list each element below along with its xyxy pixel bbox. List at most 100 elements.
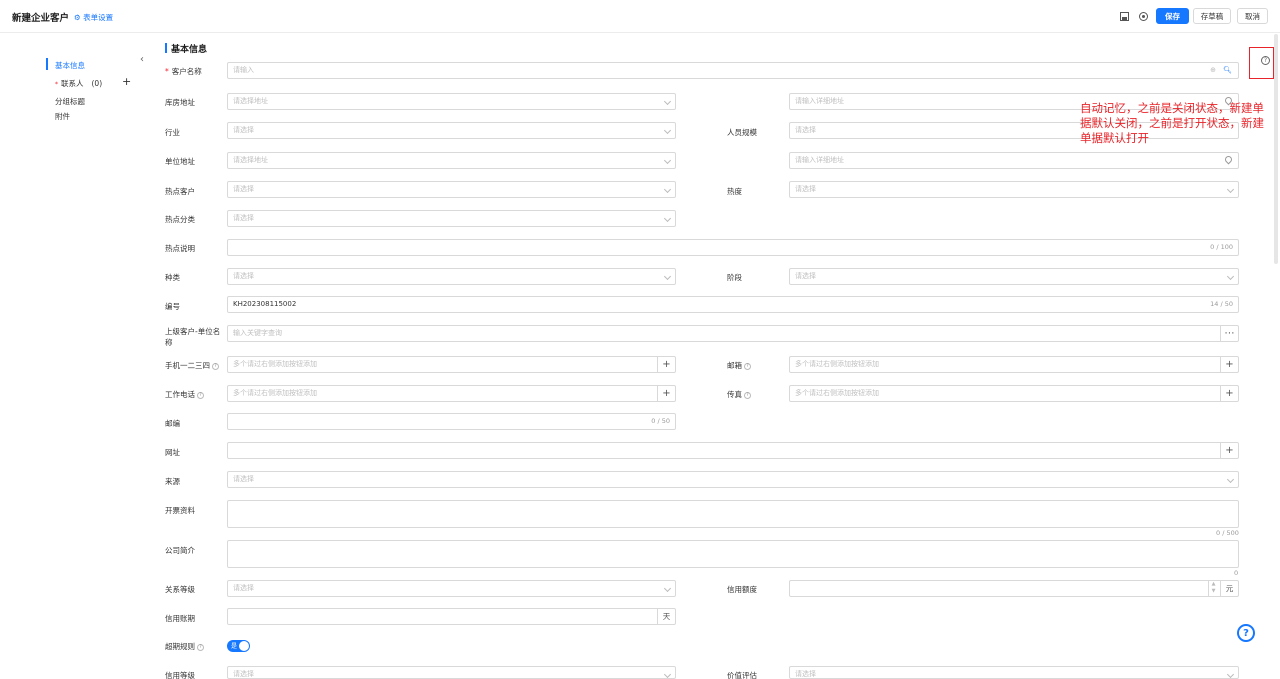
relation-level-label: 关系等级 <box>165 585 195 594</box>
search-icon[interactable]: 🔍︎ <box>1223 63 1232 78</box>
section-marker <box>165 43 167 53</box>
email-label: 邮箱? <box>727 360 751 371</box>
parent-customer-input[interactable]: 输入关键字查询 ⋯ <box>227 325 1239 342</box>
source-select[interactable]: 请选择 <box>227 471 1239 488</box>
add-icon[interactable]: + <box>1220 357 1238 372</box>
website-label: 网址 <box>165 448 180 457</box>
credit-amount-input[interactable]: ▲ ▼ 元 <box>789 580 1239 597</box>
credit-period-label: 信用账期 <box>165 614 195 623</box>
location-icon[interactable] <box>1223 154 1234 165</box>
staff-size-label: 人员规模 <box>727 128 757 137</box>
add-icon[interactable]: + <box>1220 386 1238 401</box>
add-icon[interactable]: + <box>657 386 675 401</box>
char-count: 0 <box>1234 569 1239 577</box>
hot-category-select[interactable]: 请选择 <box>227 210 676 227</box>
char-count: 0 / 50 <box>651 417 670 425</box>
hot-category-label: 热点分类 <box>165 215 195 224</box>
char-count: 0 / 500 <box>1216 529 1239 537</box>
chevron-down-icon <box>663 670 672 678</box>
preview-icon[interactable] <box>1137 10 1149 22</box>
postcode-label: 邮编 <box>165 419 180 428</box>
chevron-down-icon <box>663 584 672 593</box>
hot-desc-input[interactable]: 0 / 100 <box>227 239 1239 256</box>
section-title: 基本信息 <box>171 45 208 55</box>
chevron-down-icon <box>663 156 672 165</box>
stage-select[interactable]: 请选择 <box>789 268 1239 285</box>
overdue-rule-toggle[interactable]: 是 <box>227 640 250 652</box>
chevron-down-icon <box>663 272 672 281</box>
help-icon: ? <box>197 643 204 651</box>
credit-unit: 元 <box>1220 581 1238 596</box>
fax-input[interactable]: 多个请过右侧添加按钮添加 + <box>789 385 1239 402</box>
company-address-select[interactable]: 请选择地址 <box>227 152 676 169</box>
value-eval-label: 价值评估 <box>727 671 757 679</box>
help-icon[interactable]: ? <box>1261 56 1270 65</box>
work-phone-input[interactable]: 多个请过右侧添加按钮添加 + <box>227 385 676 402</box>
save-template-icon[interactable] <box>1118 10 1130 22</box>
code-input[interactable]: KH202308115002 14 / 50 <box>227 296 1239 313</box>
page-title: 新建企业客户 <box>12 13 70 24</box>
add-icon[interactable]: + <box>657 357 675 372</box>
number-stepper[interactable]: ▲ ▼ <box>1208 581 1218 596</box>
overdue-rule-label: 超期规则? <box>165 641 204 652</box>
chevron-down-icon <box>1226 185 1235 194</box>
company-detail-input[interactable]: 请输入详细地址 <box>789 152 1239 169</box>
intro-label: 公司简介 <box>165 546 195 555</box>
hot-desc-label: 热点说明 <box>165 244 195 253</box>
sidebar-item-basic-info[interactable]: 基本信息 <box>55 60 85 71</box>
clear-icon[interactable]: ⊕ <box>1210 63 1216 78</box>
invoice-label: 开票资料 <box>165 506 195 515</box>
active-indicator <box>46 58 48 70</box>
industry-label: 行业 <box>165 128 180 137</box>
period-unit: 天 <box>657 609 675 624</box>
mobile-label: 手机一二三四? <box>165 360 219 371</box>
sidebar-item-group[interactable]: 分组标题 <box>55 96 85 107</box>
type-select[interactable]: 请选择 <box>227 268 676 285</box>
floating-help-icon[interactable]: ? <box>1237 624 1255 642</box>
source-label: 来源 <box>165 477 180 486</box>
hot-customer-label: 热点客户 <box>165 187 195 196</box>
customer-name-label: * 客户名称 <box>165 67 202 76</box>
scrollbar[interactable] <box>1274 34 1278 264</box>
fax-label: 传真? <box>727 389 751 400</box>
save-draft-button[interactable]: 存草稿 <box>1193 8 1231 24</box>
heat-select[interactable]: 请选择 <box>789 181 1239 198</box>
toggle-knob <box>239 641 249 651</box>
mobile-input[interactable]: 多个请过右侧添加按钮添加 + <box>227 356 676 373</box>
help-icon: ? <box>197 391 204 399</box>
customer-name-input[interactable]: 请输入 ⊕ 🔍︎ <box>227 62 1239 79</box>
relation-level-select[interactable]: 请选择 <box>227 580 676 597</box>
invoice-textarea[interactable] <box>227 500 1239 528</box>
warehouse-address-label: 库房地址 <box>165 98 195 107</box>
warehouse-address-select[interactable]: 请选择地址 <box>227 93 676 110</box>
add-contact-icon[interactable]: + <box>122 75 131 88</box>
industry-select[interactable]: 请选择 <box>227 122 676 139</box>
sidebar-item-attachments[interactable]: 附件 <box>55 111 70 122</box>
more-icon[interactable]: ⋯ <box>1220 326 1238 341</box>
chevron-down-icon <box>1226 475 1235 484</box>
heat-label: 热度 <box>727 187 742 196</box>
add-icon[interactable]: + <box>1220 443 1238 458</box>
website-input[interactable]: + <box>227 442 1239 459</box>
credit-level-select[interactable]: 请选择 <box>227 666 676 679</box>
hot-customer-select[interactable]: 请选择 <box>227 181 676 198</box>
sidebar-item-contacts[interactable]: * 联系人 (0) <box>55 78 102 89</box>
char-count: 14 / 50 <box>1210 300 1233 308</box>
type-label: 种类 <box>165 273 180 282</box>
char-count: 0 / 100 <box>1210 243 1233 251</box>
postcode-input[interactable]: 0 / 50 <box>227 413 676 430</box>
credit-amount-label: 信用额度 <box>727 585 757 594</box>
gear-icon: ⚙ <box>74 13 81 22</box>
credit-level-label: 信用等级 <box>165 671 195 679</box>
value-eval-select[interactable]: 请选择 <box>789 666 1239 679</box>
collapse-sidebar-icon[interactable]: ‹ <box>140 54 144 65</box>
help-icon: ? <box>744 362 751 370</box>
intro-textarea[interactable] <box>227 540 1239 568</box>
form-settings-link[interactable]: ⚙ 表单设置 <box>74 12 113 23</box>
email-input[interactable]: 多个请过右侧添加按钮添加 + <box>789 356 1239 373</box>
cancel-button[interactable]: 取消 <box>1237 8 1268 24</box>
chevron-down-icon <box>663 126 672 135</box>
annotation-note: 自动记忆，之前是关闭状态，新建单据默认关闭，之前是打开状态，新建单据默认打开 <box>1080 101 1264 145</box>
credit-period-input[interactable]: 天 <box>227 608 676 625</box>
save-button[interactable]: 保存 <box>1156 8 1189 24</box>
